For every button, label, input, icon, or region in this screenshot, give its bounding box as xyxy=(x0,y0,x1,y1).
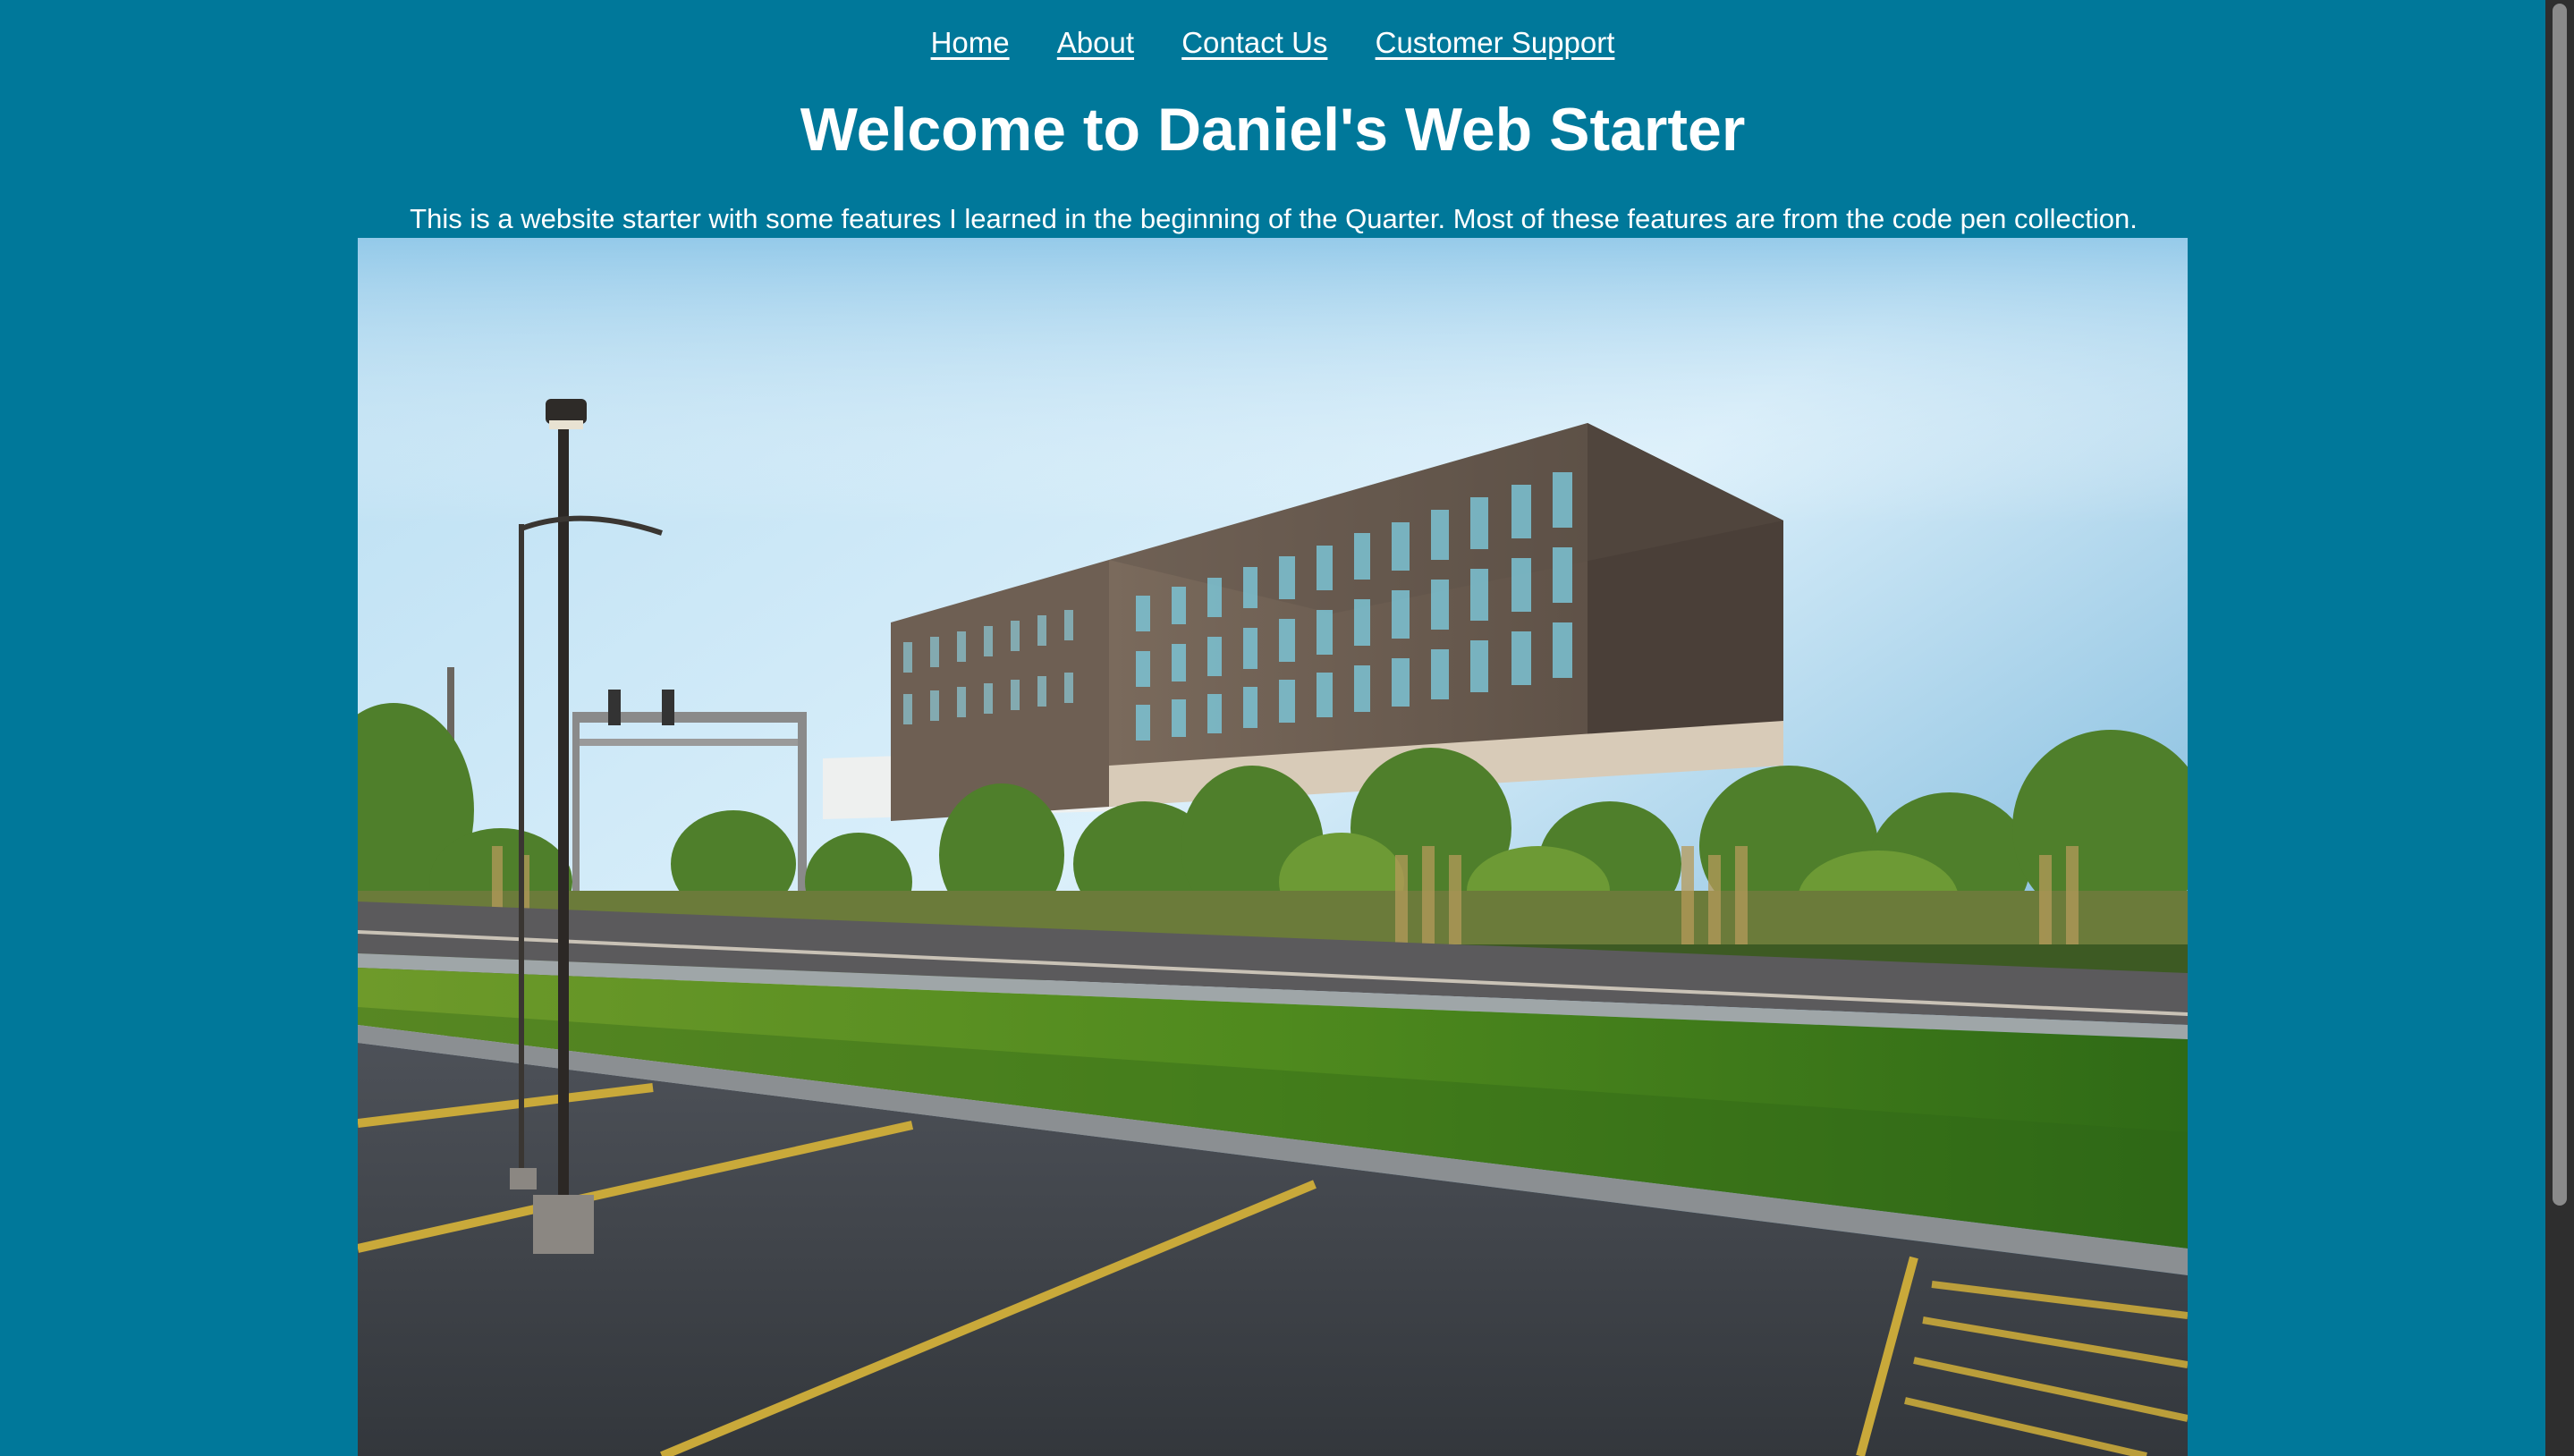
hero-image xyxy=(358,238,2188,1456)
nav-link-about[interactable]: About xyxy=(1057,26,1134,59)
hero-photo-illustration xyxy=(358,238,2188,1456)
scrollbar-thumb[interactable] xyxy=(2553,4,2567,1206)
intro-paragraph: This is a website starter with some feat… xyxy=(410,203,2138,234)
page: Home About Contact Us Customer Support W… xyxy=(0,0,2574,1456)
top-nav: Home About Contact Us Customer Support xyxy=(0,25,2545,61)
vertical-scrollbar[interactable] xyxy=(2545,0,2574,1456)
nav-link-home[interactable]: Home xyxy=(931,26,1010,59)
nav-link-contact-us[interactable]: Contact Us xyxy=(1181,26,1327,59)
nav-link-customer-support[interactable]: Customer Support xyxy=(1376,26,1615,59)
page-title: Welcome to Daniel's Web Starter xyxy=(800,96,1746,164)
page-content: Home About Contact Us Customer Support W… xyxy=(0,0,2545,1456)
